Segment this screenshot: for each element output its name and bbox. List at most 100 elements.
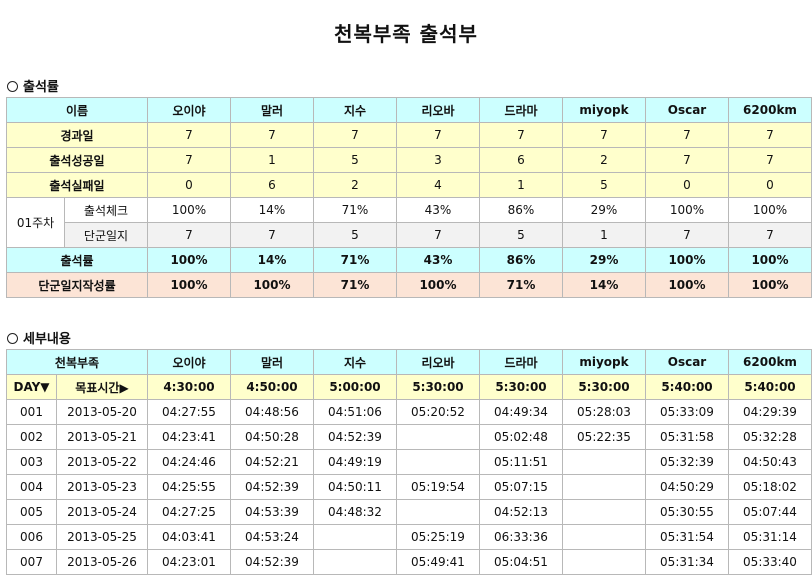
value-cell: 86% xyxy=(479,247,563,273)
member-header: 6200km xyxy=(728,97,812,123)
value-cell: 1 xyxy=(479,172,563,198)
time-cell: 04:49:34 xyxy=(479,399,563,425)
time-cell: 04:25:55 xyxy=(147,474,231,500)
value-cell: 14% xyxy=(562,272,646,298)
time-cell: 05:33:09 xyxy=(645,399,729,425)
target-time: 5:30:00 xyxy=(562,374,646,400)
member-header: Oscar xyxy=(645,349,729,375)
value-cell: 7 xyxy=(396,122,480,148)
value-cell: 7 xyxy=(313,122,397,148)
member-header: 리오바 xyxy=(396,97,480,123)
row-label: 경과일 xyxy=(6,122,148,148)
time-cell: 05:32:28 xyxy=(728,424,812,450)
section-details: 세부내용 xyxy=(7,328,71,347)
time-cell: 04:51:06 xyxy=(313,399,397,425)
value-cell: 4 xyxy=(396,172,480,198)
value-cell: 1 xyxy=(562,222,646,248)
time-cell: 04:29:39 xyxy=(728,399,812,425)
member-header: miyopk xyxy=(562,97,646,123)
header-row: 천복부족 오이야 말러 지수 리오바 드라마 miyopk Oscar 6200km xyxy=(6,349,812,375)
target-time: 5:30:00 xyxy=(479,374,563,400)
day-row: 003 2013-05-22 04:24:46 04:52:21 04:49:19 05:… xyxy=(6,449,812,475)
row-label: 단군일지작성률 xyxy=(6,272,148,298)
value-cell: 100% xyxy=(147,247,231,273)
value-cell: 7 xyxy=(645,122,729,148)
section-attendance-rate: 출석률 xyxy=(7,76,59,95)
day-row: 007 2013-05-26 04:23:01 04:52:39 05:49:41 05:… xyxy=(6,549,812,575)
time-cell: 04:50:43 xyxy=(728,449,812,475)
time-cell: 05:04:51 xyxy=(479,549,563,575)
value-cell: 5 xyxy=(562,172,646,198)
fail-row: 출석실패일 0 6 2 4 1 5 0 0 xyxy=(6,172,812,198)
time-cell: 04:27:55 xyxy=(147,399,231,425)
value-cell: 7 xyxy=(645,222,729,248)
target-time: 4:50:00 xyxy=(230,374,314,400)
time-cell: 04:48:32 xyxy=(313,499,397,525)
empty-cell xyxy=(313,524,397,550)
attendance-detail-table: 천복부족 오이야 말러 지수 리오바 드라마 miyopk Oscar 6200km DAY▼ 목표… xyxy=(6,349,812,575)
time-cell: 05:30:55 xyxy=(645,499,729,525)
tribe-header: 천복부족 xyxy=(6,349,148,375)
date-cell: 2013-05-21 xyxy=(56,424,148,450)
value-cell: 7 xyxy=(562,122,646,148)
time-cell: 04:50:28 xyxy=(230,424,314,450)
value-cell: 100% xyxy=(147,197,231,223)
value-cell: 3 xyxy=(396,147,480,173)
value-cell: 71% xyxy=(479,272,563,298)
section-label: 세부내용 xyxy=(23,332,71,347)
value-cell: 2 xyxy=(313,172,397,198)
row-label: 출석률 xyxy=(6,247,148,273)
member-header: 지수 xyxy=(313,349,397,375)
value-cell: 71% xyxy=(313,272,397,298)
time-cell: 05:31:34 xyxy=(645,549,729,575)
circle-bullet-icon xyxy=(7,81,18,92)
elapsed-row: 경과일 7 7 7 7 7 7 7 7 xyxy=(6,122,812,148)
date-cell: 2013-05-24 xyxy=(56,499,148,525)
time-cell: 04:23:41 xyxy=(147,424,231,450)
time-cell: 05:07:15 xyxy=(479,474,563,500)
empty-cell xyxy=(562,474,646,500)
target-time: 5:30:00 xyxy=(396,374,480,400)
row-label: 출석성공일 xyxy=(6,147,148,173)
empty-cell xyxy=(562,449,646,475)
row-label: 단군일지 xyxy=(64,222,148,248)
time-cell: 04:03:41 xyxy=(147,524,231,550)
value-cell: 0 xyxy=(147,172,231,198)
time-cell: 04:50:29 xyxy=(645,474,729,500)
value-cell: 7 xyxy=(396,222,480,248)
value-cell: 71% xyxy=(313,197,397,223)
day-number: 002 xyxy=(6,424,57,450)
day-number: 005 xyxy=(6,499,57,525)
date-cell: 2013-05-23 xyxy=(56,474,148,500)
day-row: 001 2013-05-20 04:27:55 04:48:56 04:51:06 05:… xyxy=(6,399,812,425)
time-cell: 05:02:48 xyxy=(479,424,563,450)
value-cell: 100% xyxy=(728,197,812,223)
value-cell: 71% xyxy=(313,247,397,273)
circle-bullet-icon xyxy=(7,333,18,344)
row-label: 출석실패일 xyxy=(6,172,148,198)
time-cell: 05:07:44 xyxy=(728,499,812,525)
time-cell: 06:33:36 xyxy=(479,524,563,550)
member-header: 드라마 xyxy=(479,349,563,375)
value-cell: 29% xyxy=(562,197,646,223)
diary-rate-row: 단군일지작성률 100% 100% 71% 100% 71% 14% 100% 100% xyxy=(6,272,812,298)
time-cell: 04:52:13 xyxy=(479,499,563,525)
value-cell: 7 xyxy=(230,222,314,248)
value-cell: 5 xyxy=(479,222,563,248)
date-cell: 2013-05-25 xyxy=(56,524,148,550)
value-cell: 5 xyxy=(313,147,397,173)
member-header: 6200km xyxy=(728,349,812,375)
diary-row: 단군일지 7 7 5 7 5 1 7 7 xyxy=(7,222,812,248)
empty-cell xyxy=(313,549,397,575)
value-cell: 7 xyxy=(728,222,812,248)
member-header: Oscar xyxy=(645,97,729,123)
empty-cell xyxy=(396,499,480,525)
value-cell: 100% xyxy=(728,247,812,273)
header-row: 이름 오이야 말러 지수 리오바 드라마 miyopk Oscar 6200km xyxy=(6,97,812,123)
target-time: 5:40:00 xyxy=(728,374,812,400)
day-row: 006 2013-05-25 04:03:41 04:53:24 05:25:19 06:… xyxy=(6,524,812,550)
time-cell: 04:48:56 xyxy=(230,399,314,425)
time-cell: 05:31:54 xyxy=(645,524,729,550)
empty-cell xyxy=(396,424,480,450)
time-cell: 05:18:02 xyxy=(728,474,812,500)
